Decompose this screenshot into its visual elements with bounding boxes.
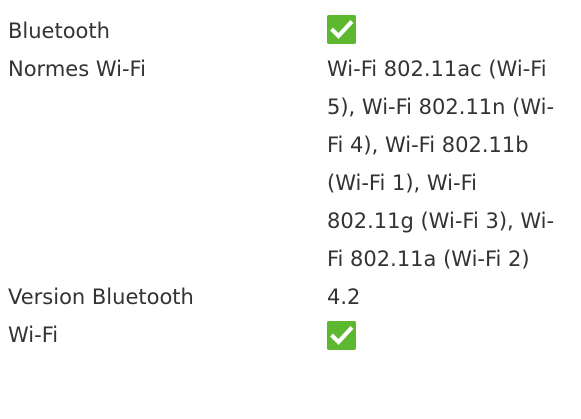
spec-row-wifi-standards: Normes Wi-Fi Wi-Fi 802.11ac (Wi-Fi 5), W… <box>8 50 581 278</box>
spec-table: Bluetooth Normes Wi-Fi Wi-Fi 802.11ac (W… <box>8 12 581 354</box>
spec-label: Normes Wi-Fi <box>8 57 146 81</box>
spec-label: Bluetooth <box>8 19 110 43</box>
check-icon <box>327 320 356 350</box>
wifi-standards-value: Wi-Fi 802.11ac (Wi-Fi 5), Wi-Fi 802.11n … <box>327 57 555 271</box>
spec-value: Wi-Fi 802.11ac (Wi-Fi 5), Wi-Fi 802.11n … <box>327 50 567 278</box>
check-icon <box>327 14 356 44</box>
spec-value <box>327 12 567 50</box>
bluetooth-version-value: 4.2 <box>327 285 361 309</box>
spec-value: 4.2 <box>327 278 567 316</box>
spec-row-bluetooth: Bluetooth <box>8 12 581 50</box>
spec-row-wifi: Wi-Fi <box>8 316 581 354</box>
spec-value <box>327 316 567 354</box>
spec-label: Wi-Fi <box>8 323 59 347</box>
spec-label: Version Bluetooth <box>8 285 194 309</box>
spec-row-bluetooth-version: Version Bluetooth 4.2 <box>8 278 581 316</box>
